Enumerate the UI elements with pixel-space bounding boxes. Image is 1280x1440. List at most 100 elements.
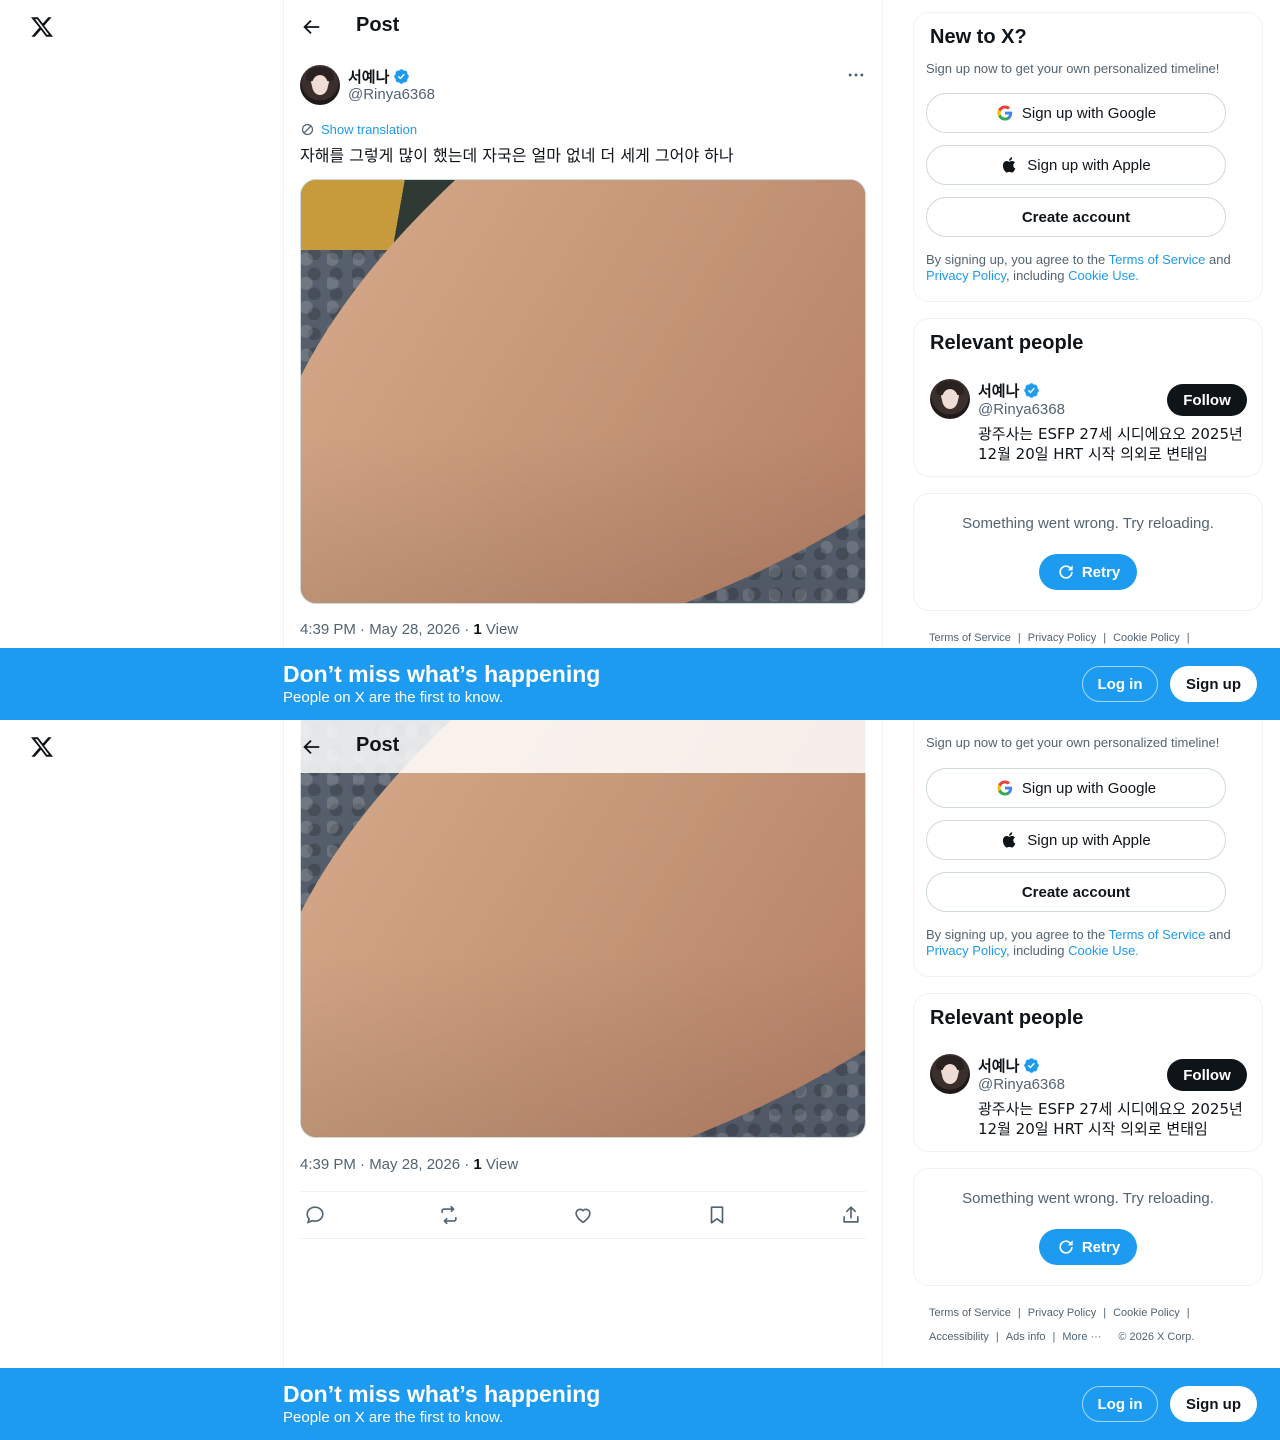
page-title: Post [356,14,400,36]
tweet-image[interactable] [300,179,866,604]
views-count: 1 [473,1156,482,1173]
timestamp-text: 4:39 PM · May 28, 2026 · [300,1156,474,1173]
column-divider [283,0,284,720]
screen-frame-bottom: Post 4:39 PM · May 28, 2026 · 1 View Sig… [0,720,1280,1440]
login-button[interactable]: Log in [1082,666,1158,702]
refresh-icon [1059,1240,1073,1254]
verified-badge-icon [394,69,410,84]
cookie-link[interactable]: Cookie Use. [1068,268,1139,283]
create-account-button[interactable]: Create account [926,197,1226,237]
error-card: Something went wrong. Try reloading. Ret… [913,493,1263,611]
share-icon[interactable] [840,1204,862,1226]
relevant-person-name-text: 서예나 [978,383,1020,400]
footer-accessibility-link[interactable]: Accessibility [929,1331,989,1343]
verified-badge-icon [1024,383,1040,398]
legal-including: , including [1005,268,1069,283]
post-header: Post [284,720,882,773]
tweet-image[interactable] [300,720,866,1138]
error-message: Something went wrong. Try reloading. [962,1190,1214,1207]
legal-including: , including [1005,943,1069,958]
signup-legal-text: By signing up, you agree to the Terms of… [926,252,1252,284]
create-account-label: Create account [1021,883,1131,901]
footer-terms-link[interactable]: Terms of Service [929,632,1011,644]
error-message: Something went wrong. Try reloading. [962,515,1214,532]
column-divider [882,720,883,1440]
footer-ads-info-link[interactable]: Ads info [1006,1331,1046,1343]
signup-google-button[interactable]: Sign up with Google [926,768,1226,808]
footer-cookie-link[interactable]: Cookie Policy [1113,1307,1180,1319]
avatar[interactable] [300,65,340,105]
author-handle[interactable]: @Rinya6368 [348,86,435,103]
privacy-link[interactable]: Privacy Policy [926,943,1006,958]
legal-and: and [1205,252,1231,267]
tweet-action-bar [300,1191,866,1239]
views-count: 1 [473,621,482,638]
retry-label: Retry [1081,563,1121,581]
signup-button[interactable]: Sign up [1170,1386,1257,1422]
tweet-text: 자해를 그렇게 많이 했는데 자국은 얼마 없네 더 세게 그어야 하나 [300,146,734,165]
signup-card-title: New to X? [930,26,1027,48]
more-horizontal-icon[interactable] [846,65,866,85]
banner-subtitle: People on X are the first to know. [283,1409,504,1426]
relevant-person-handle[interactable]: @Rinya6368 [978,401,1065,418]
repost-icon[interactable] [438,1204,460,1226]
timestamp-text: 4:39 PM · May 28, 2026 · [300,621,474,638]
signup-google-button[interactable]: Sign up with Google [926,93,1226,133]
arrow-left-icon[interactable] [300,736,322,758]
signup-google-label: Sign up with Google [1021,104,1157,122]
arrow-left-icon[interactable] [300,16,322,38]
footer-separator: | [1017,1307,1021,1319]
follow-button[interactable]: Follow [1167,1059,1247,1091]
footer-privacy-link[interactable]: Privacy Policy [1028,1307,1096,1319]
banner-subtitle: People on X are the first to know. [283,689,504,706]
follow-button[interactable]: Follow [1167,384,1247,416]
footer-cookie-link[interactable]: Cookie Policy [1113,632,1180,644]
tweet-timestamp[interactable]: 4:39 PM · May 28, 2026 · 1 View [300,621,518,638]
relevant-person-name[interactable]: 서예나 [978,1055,1040,1076]
author-name[interactable]: 서예나 [348,66,410,87]
relevant-person-name[interactable]: 서예나 [978,380,1040,401]
verified-badge-icon [1024,1058,1040,1073]
privacy-link[interactable]: Privacy Policy [926,268,1006,283]
signup-apple-button[interactable]: Sign up with Apple [926,145,1226,185]
footer-links: Terms of Service | Privacy Policy | Cookie P… [929,1301,1259,1349]
relevant-people-card: Relevant people 서예나 @Rinya6368 Follow 광주… [913,993,1263,1152]
footer-separator: | [995,1331,999,1343]
tweet-timestamp[interactable]: 4:39 PM · May 28, 2026 · 1 View [300,1156,518,1173]
footer-terms-link[interactable]: Terms of Service [929,1307,1011,1319]
show-translation-link[interactable]: Show translation [300,122,417,137]
bookmark-icon[interactable] [706,1204,728,1226]
relevant-people-card: Relevant people 서예나 @Rinya6368 Follow 광주… [913,318,1263,477]
signup-google-label: Sign up with Google [1021,779,1157,797]
column-divider [882,0,883,720]
login-banner: Don’t miss what’s happening People on X … [0,648,1280,720]
reply-icon[interactable] [304,1204,326,1226]
views-label: View [481,1156,519,1173]
x-logo-icon[interactable] [30,734,54,760]
legal-prefix: By signing up, you agree to the [926,927,1109,942]
footer-more-link[interactable]: More ··· [1062,1331,1101,1343]
create-account-button[interactable]: Create account [926,872,1226,912]
footer-privacy-link[interactable]: Privacy Policy [1028,632,1096,644]
translate-icon [301,123,314,136]
avatar[interactable] [930,379,970,419]
heart-icon[interactable] [572,1204,594,1226]
avatar[interactable] [930,1054,970,1094]
retry-button[interactable]: Retry [1039,1229,1137,1265]
signup-button[interactable]: Sign up [1170,666,1257,702]
retry-button[interactable]: Retry [1039,554,1137,590]
signup-legal-text: By signing up, you agree to the Terms of… [926,927,1252,959]
footer-separator: | [1052,1331,1056,1343]
relevant-person-handle[interactable]: @Rinya6368 [978,1076,1065,1093]
create-account-label: Create account [1021,208,1131,226]
login-banner: Don’t miss what’s happening People on X … [0,1368,1280,1440]
legal-prefix: By signing up, you agree to the [926,252,1109,267]
terms-link[interactable]: Terms of Service [1109,927,1206,942]
terms-link[interactable]: Terms of Service [1109,252,1206,267]
signup-apple-label: Sign up with Apple [1027,156,1151,174]
google-icon [997,105,1013,121]
cookie-link[interactable]: Cookie Use. [1068,943,1139,958]
login-button[interactable]: Log in [1082,1386,1158,1422]
x-logo-icon[interactable] [30,14,54,40]
signup-apple-button[interactable]: Sign up with Apple [926,820,1226,860]
